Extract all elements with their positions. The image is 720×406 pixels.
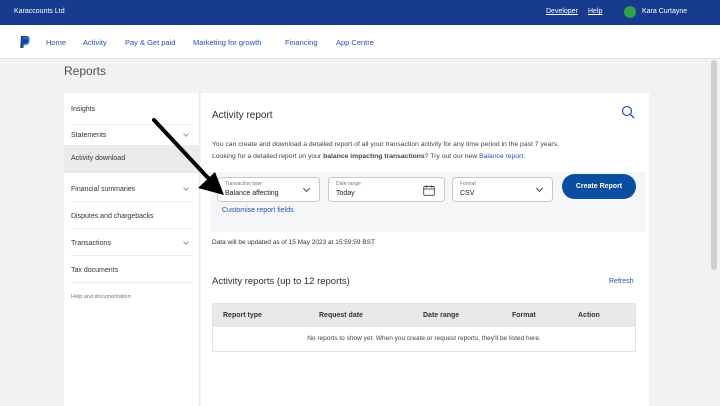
sidebar-item-label: Transactions [71,240,111,247]
column-header-request-date: Request date [319,312,363,319]
page-scrollbar[interactable] [711,60,717,270]
main-content: Activity report You can create and downl… [201,93,649,406]
date-range-select[interactable]: Date range Today [328,177,445,202]
column-header-action: Action [578,312,600,319]
help-link[interactable]: Help [588,8,602,15]
customise-report-fields-link[interactable]: Customise report fields [222,207,294,214]
description-line-2: Looking for a detailed report on your ba… [212,151,642,163]
report-form: Transaction type Balance affecting Date … [210,172,646,232]
top-bar: Karaccounts Ltd Developer Help Kara Curt… [0,0,720,25]
create-report-button[interactable]: Create Report [562,174,636,199]
description-bold: balance impacting transactions [323,153,425,160]
column-header-date-range: Date range [423,312,460,319]
sidebar-item-label: Tax documents [71,267,119,274]
chevron-down-icon [183,239,189,245]
activity-reports-title: Activity reports (up to 12 reports) [212,276,350,287]
nav-app-centre[interactable]: App Centre [336,38,374,47]
column-header-format: Format [512,312,536,319]
nav-marketing-for-growth[interactable]: Marketing for growth [193,38,261,47]
company-name: Karaccounts Ltd [14,8,65,15]
format-select[interactable]: Format CSV [452,177,553,202]
paypal-logo-icon[interactable] [19,35,31,49]
developer-link[interactable]: Developer [546,8,578,15]
sidebar-item-label: Insights [71,106,96,113]
balance-report-link[interactable]: Balance report [479,153,523,160]
column-header-report-type: Report type [223,312,262,319]
chevron-down-icon [302,184,311,193]
sidebar-item-label: Statements [71,132,107,139]
field-value: Today [336,190,355,197]
field-value: CSV [460,190,475,197]
user-name[interactable]: Kara Curtayne [642,8,687,15]
description-line-1: You can create and download a detailed r… [212,141,559,148]
reports-table: Report type Request date Date range Form… [212,303,636,352]
divider [71,255,193,256]
chevron-down-icon [535,184,544,193]
description-text: . [523,153,526,160]
sidebar-item-help[interactable]: Help and documentation [64,286,200,313]
refresh-button[interactable]: Refresh [609,278,634,285]
data-updated-note: Data will be updated as of 15 May 2023 a… [212,239,375,246]
nav-financing[interactable]: Financing [285,38,318,47]
divider [71,201,193,202]
field-label: Format [460,181,476,187]
search-icon[interactable] [621,105,635,119]
transaction-type-select[interactable]: Transaction type Balance affecting [217,177,320,202]
avatar[interactable] [624,6,636,18]
calendar-icon [423,185,435,196]
report-description: You can create and download a detailed r… [212,139,642,163]
nav-activity[interactable]: Activity [83,38,107,47]
sidebar-item-label: Disputes and chargebacks [71,213,154,220]
nav-pay-get-paid[interactable]: Pay & Get paid [125,38,175,47]
page-title: Reports [64,64,107,78]
field-label: Transaction type [225,181,262,187]
description-text: ? Try out our new [424,153,480,160]
main-nav: Home Activity Pay & Get paid Marketing f… [0,25,720,59]
sidebar-item-label: Financial summaries [71,186,136,193]
table-header: Report type Request date Date range Form… [213,304,635,327]
nav-home[interactable]: Home [46,38,66,47]
sidebar-item-label: Activity download [71,155,126,162]
field-label: Date range [336,181,361,187]
field-value: Balance affecting [225,190,279,197]
divider [71,282,193,283]
annotation-arrow-icon [152,118,224,195]
divider [71,228,193,229]
sidebar-item-label: Help and documentation [71,294,131,300]
empty-table-message: No reports to show yet. When you create … [307,335,541,342]
